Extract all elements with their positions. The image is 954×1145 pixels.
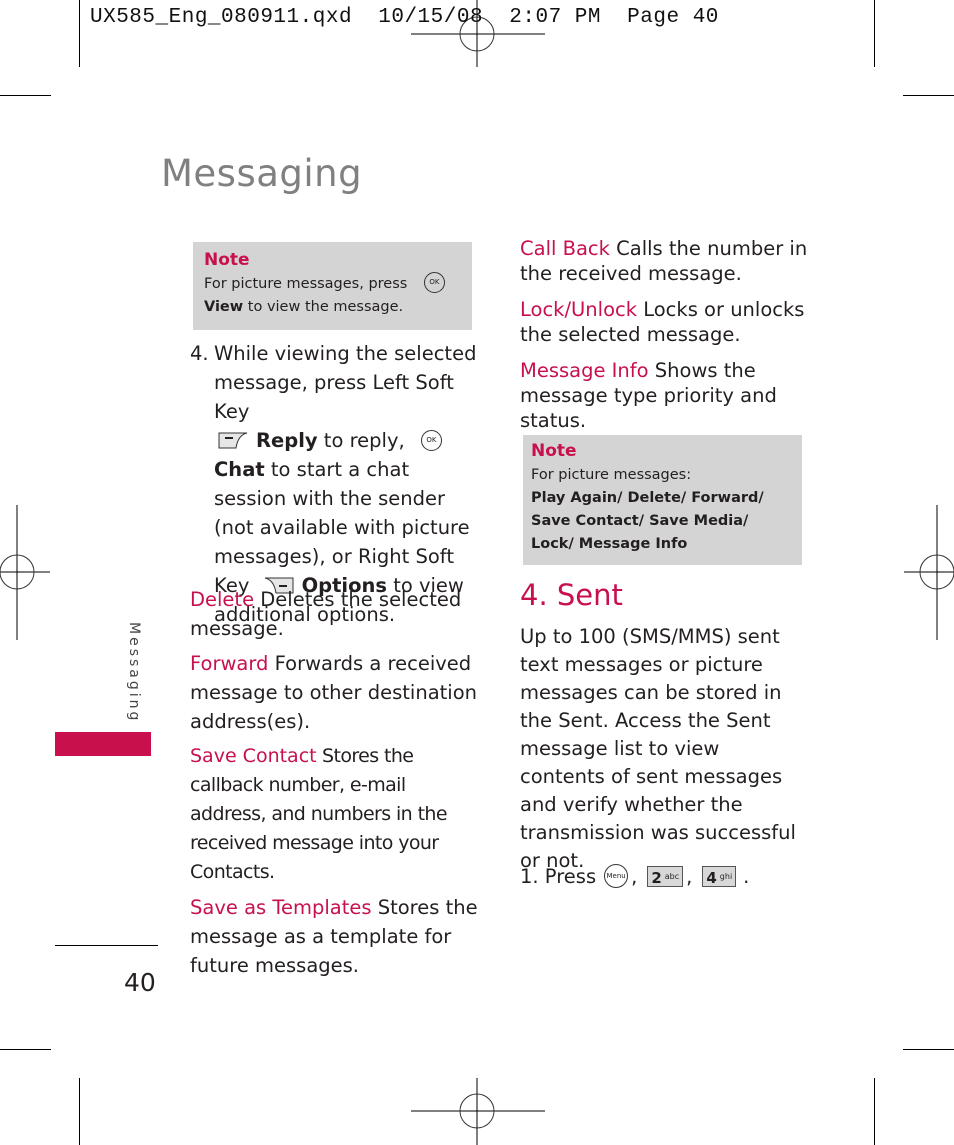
option-save-as-templates: Save as Templates Stores the message as … <box>190 896 478 977</box>
option-lock-unlock: Lock/Unlock Locks or unlocks the selecte… <box>520 298 805 346</box>
side-tab-text: Messaging <box>126 622 142 724</box>
option-save-contact: Save Contact Stores the callback number,… <box>190 745 448 883</box>
page-number: 40 <box>124 968 156 997</box>
crop-mark <box>0 1049 51 1050</box>
step-1: 1. Press Menu, 2 abc, 4 ghi. <box>520 864 750 888</box>
crop-mark <box>79 1078 80 1145</box>
ok-key-icon: OK <box>420 429 442 451</box>
menu-key-icon: Menu <box>604 864 629 888</box>
crop-mark <box>903 95 954 96</box>
option-delete: Delete Deletes the selected message. <box>190 588 462 640</box>
crop-mark <box>874 0 875 67</box>
ok-key-icon: OK <box>423 272 445 293</box>
page-number-rule <box>55 945 158 946</box>
option-message-info: Message Info Shows the message type prio… <box>520 359 777 432</box>
right-options-list: Call Back Calls the number in the receiv… <box>520 236 815 439</box>
note-text: For picture messages, press OK View to v… <box>204 272 461 319</box>
side-tab-bar <box>55 732 151 756</box>
left-options-list: Delete Deletes the selected message. For… <box>190 585 482 986</box>
crop-mark <box>79 0 80 67</box>
crop-mark <box>0 95 51 96</box>
registration-mark-left <box>0 505 50 640</box>
section-heading-sent: 4. Sent <box>520 578 623 612</box>
crop-mark <box>874 1078 875 1145</box>
side-tab-label: Messaging <box>117 622 147 732</box>
option-call-back: Call Back Calls the number in the receiv… <box>520 237 808 285</box>
note-text: For picture messages: Play Again/ Delete… <box>531 467 764 552</box>
crop-mark <box>903 1049 954 1050</box>
note-box-right: Note For picture messages: Play Again/ D… <box>523 435 802 565</box>
option-forward: Forward Forwards a received message to o… <box>190 652 478 733</box>
note-title: Note <box>531 441 577 461</box>
note-title: Note <box>204 250 250 270</box>
registration-mark-bottom <box>411 1078 545 1145</box>
sent-description: Up to 100 (SMS/MMS) sent text messages o… <box>520 625 796 872</box>
print-slug: UX585_Eng_080911.qxd 10/15/08 2:07 PM Pa… <box>90 6 719 29</box>
key-2-abc-icon: 2 abc <box>647 865 684 887</box>
note-box-left: Note For picture messages, press OK View… <box>193 242 472 330</box>
left-soft-key-icon <box>218 432 248 448</box>
key-4-ghi-icon: 4 ghi <box>702 865 737 887</box>
registration-mark-right <box>904 505 954 640</box>
page-title: Messaging <box>161 152 363 195</box>
